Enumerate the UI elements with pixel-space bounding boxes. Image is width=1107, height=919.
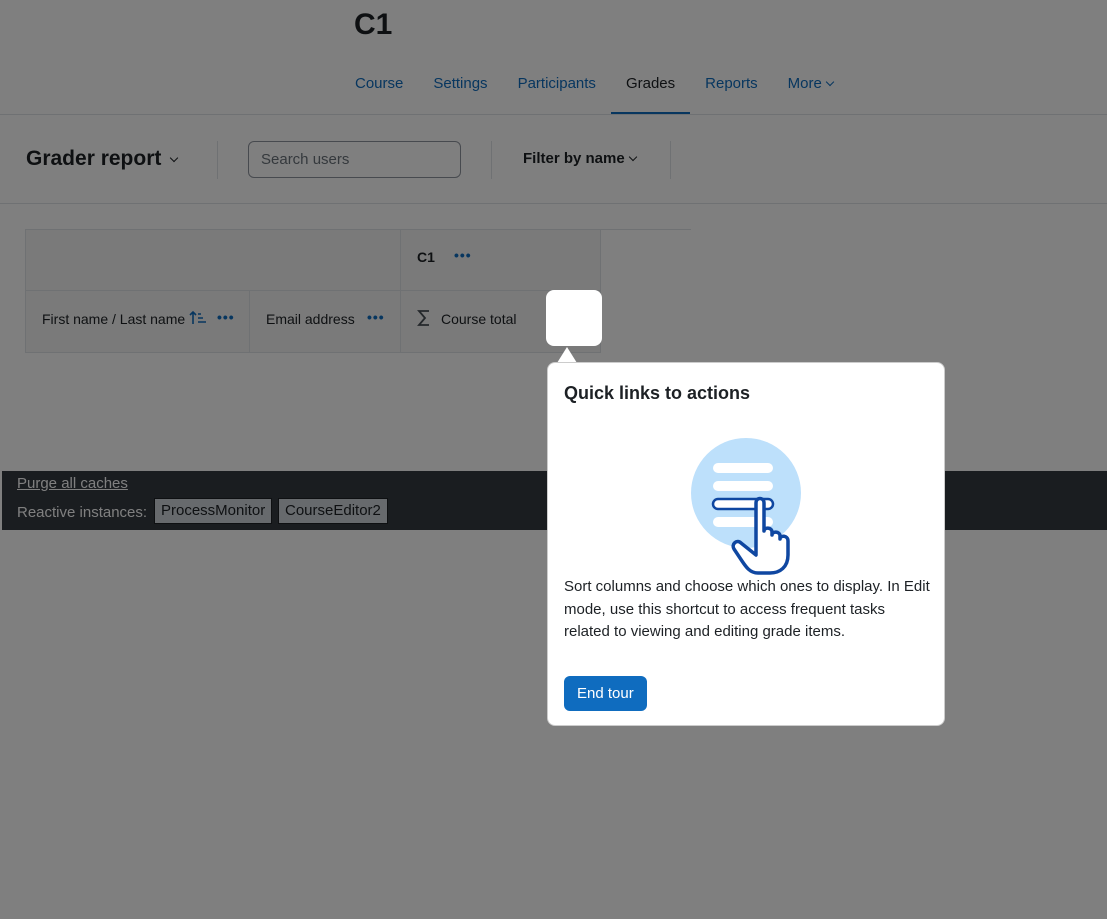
tour-highlight [546, 290, 602, 346]
end-tour-button[interactable]: End tour [564, 676, 647, 711]
tour-title: Quick links to actions [564, 383, 751, 403]
tour-dialog: Quick links to actions Sort columns and … [547, 362, 945, 726]
tour-arrow [557, 347, 577, 363]
hand-pointer-list-icon [688, 435, 808, 575]
tour-body: Sort columns and choose which ones to di… [564, 578, 930, 640]
